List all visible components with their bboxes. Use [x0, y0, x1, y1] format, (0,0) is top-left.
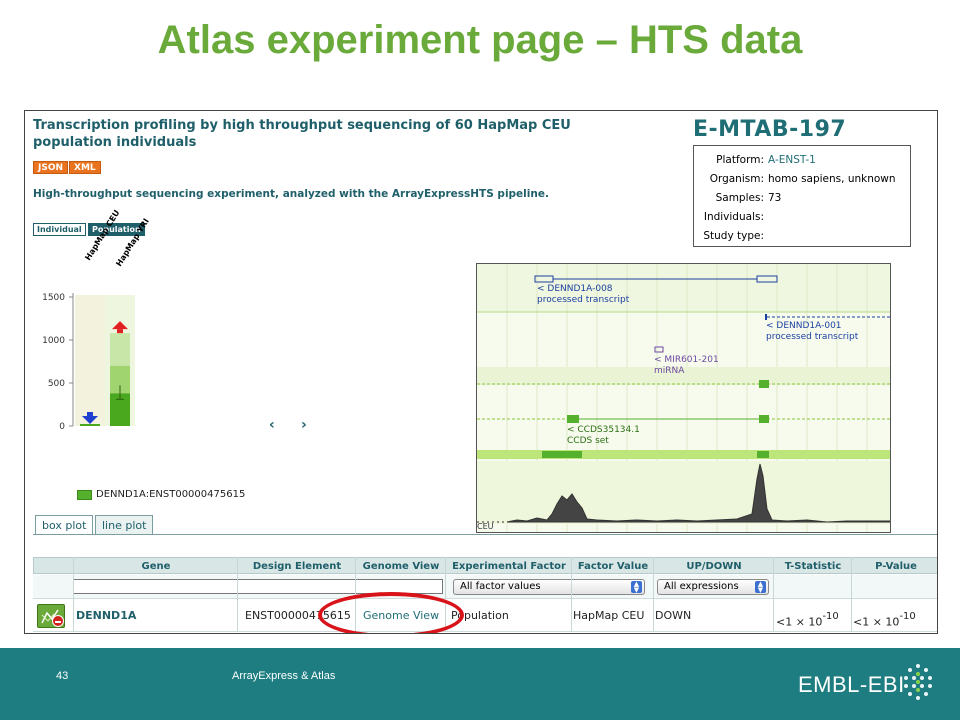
track-sub: miRNA — [654, 366, 685, 376]
embl-ebi-logo: EMBL-EBI — [798, 672, 905, 697]
header-genome-view[interactable]: Genome View — [356, 558, 446, 575]
track-label[interactable]: < DENND1A-008 — [537, 284, 613, 294]
expression-plot-icon[interactable] — [37, 604, 65, 628]
info-key: Organism: — [709, 173, 764, 185]
col-divider — [237, 557, 238, 632]
col-divider — [653, 557, 654, 632]
info-value: homo sapiens, unknown — [768, 173, 896, 185]
expression-select-label: All expressions — [664, 581, 739, 592]
down-arrow-stem — [87, 412, 93, 416]
info-row-organism: Organism: homo sapiens, unknown — [694, 173, 910, 191]
accession-id: E-MTAB-197 — [693, 117, 847, 142]
experiment-info-box: Platform: A-ENST-1 Organism: homo sapien… — [693, 145, 911, 247]
col-divider — [773, 557, 774, 632]
up-arrow-stem — [117, 329, 123, 334]
col-divider — [571, 557, 572, 632]
tab-divider — [33, 534, 937, 535]
legend-swatch — [77, 490, 92, 500]
track-label[interactable]: < MIR601-201 — [654, 355, 719, 365]
header-design-element[interactable]: Design Element — [238, 558, 356, 575]
plot-canvas: 1500 1000 500 0 — [42, 293, 135, 432]
cell-gene[interactable]: DENND1A — [76, 600, 136, 632]
info-value: 73 — [768, 192, 782, 204]
info-row-platform: Platform: A-ENST-1 — [694, 154, 910, 172]
cell-direction: DOWN — [655, 609, 692, 622]
remove-icon[interactable] — [52, 615, 64, 627]
col-divider — [73, 557, 74, 632]
info-key: Platform: — [716, 154, 764, 166]
footer-text: ArrayExpress & Atlas — [232, 670, 336, 682]
highlight-oval — [318, 592, 464, 633]
xml-button[interactable]: XML — [69, 161, 101, 174]
expression-select[interactable]: All expressions ▲ ▼ — [657, 579, 769, 595]
table-row[interactable]: DENND1A ENST00000475615 Genome View Popu… — [33, 600, 937, 633]
info-row-individuals: Individuals: — [694, 211, 910, 229]
info-key: Samples: — [715, 192, 764, 204]
p-value-base: <1 × 10 — [853, 615, 900, 629]
y-tick-label: 0 — [59, 422, 65, 432]
cell-p-value: <1 × 10-10 — [853, 603, 916, 633]
info-key: Individuals: — [703, 211, 764, 223]
factor-value-select-label: All factor values — [460, 581, 541, 592]
header-experimental-factor[interactable]: Experimental Factor — [446, 558, 572, 575]
factor-value-select[interactable]: All factor values ▲ ▼ — [453, 579, 645, 595]
y-tick-label: 1000 — [42, 336, 65, 346]
info-key: Study type: — [703, 230, 764, 242]
slide-title: Atlas experiment page – HTS data — [157, 18, 803, 62]
info-row-samples: Samples: 73 — [694, 192, 910, 210]
genome-browser-inset[interactable]: < DENND1A-008 processed transcript < DEN… — [476, 263, 891, 533]
track-label[interactable]: < CCDS35134.1 — [567, 425, 640, 435]
t-statistic-exponent: -10 — [822, 611, 839, 622]
track-sub: CCDS set — [567, 436, 609, 446]
prev-arrow-icon[interactable]: ‹ — [269, 417, 275, 433]
experiment-description: High-throughput sequencing experiment, a… — [33, 188, 549, 200]
header-gene[interactable]: Gene — [74, 558, 238, 575]
box-upper — [110, 333, 130, 366]
y-tick-label: 500 — [48, 379, 65, 389]
track-sub: processed transcript — [537, 295, 630, 305]
track-corner-label: CEU — [477, 522, 494, 531]
header-up-down[interactable]: UP/DOWN — [654, 558, 774, 575]
next-arrow-icon[interactable]: › — [301, 417, 307, 433]
select-arrows-icon: ▲ ▼ — [631, 581, 642, 594]
column-bg-ceu — [75, 295, 105, 426]
page-number: 43 — [56, 670, 69, 682]
slide-footer: 43 ArrayExpress & Atlas EMBL-EBI — [0, 648, 960, 720]
cell-t-statistic: <1 × 10-10 — [776, 603, 839, 633]
y-tick-label: 1500 — [42, 293, 65, 303]
select-arrows-icon: ▲ ▼ — [755, 581, 766, 594]
json-button[interactable]: JSON — [33, 161, 69, 174]
individual-toggle[interactable]: Individual — [33, 223, 86, 236]
t-statistic-base: <1 × 10 — [776, 615, 823, 629]
col-divider — [851, 557, 852, 632]
header-t-statistic[interactable]: T-Statistic — [774, 558, 852, 575]
header-factor-value[interactable]: Factor Value — [572, 558, 654, 575]
tab-box-plot[interactable]: box plot — [35, 515, 94, 535]
legend-label: DENND1A:ENST00000475615 — [96, 489, 246, 500]
table-header: Gene Design Element Genome View Experime… — [33, 557, 937, 575]
info-row-study-type: Study type: — [694, 230, 910, 248]
info-value[interactable]: A-ENST-1 — [768, 154, 816, 166]
track-sub: processed transcript — [766, 332, 859, 342]
expression-box-plot: HapMap CEU HapMap YRI 1500 1000 500 0 — [25, 208, 225, 441]
filter-row: All factor values ▲ ▼ All expressions ▲ ▼ — [33, 575, 937, 599]
cell-factor-value: HapMap CEU — [573, 609, 645, 622]
ebi-logo-dots-icon — [904, 664, 932, 700]
atlas-experiment-page: Transcription profiling by high throughp… — [24, 110, 938, 634]
header-p-value[interactable]: P-Value — [852, 558, 937, 575]
bar-median — [80, 424, 100, 426]
p-value-exponent: -10 — [899, 611, 916, 622]
experiment-title: Transcription profiling by high throughp… — [33, 118, 571, 150]
tab-line-plot[interactable]: line plot — [95, 515, 154, 535]
track-label[interactable]: < DENND1A-001 — [766, 321, 842, 331]
